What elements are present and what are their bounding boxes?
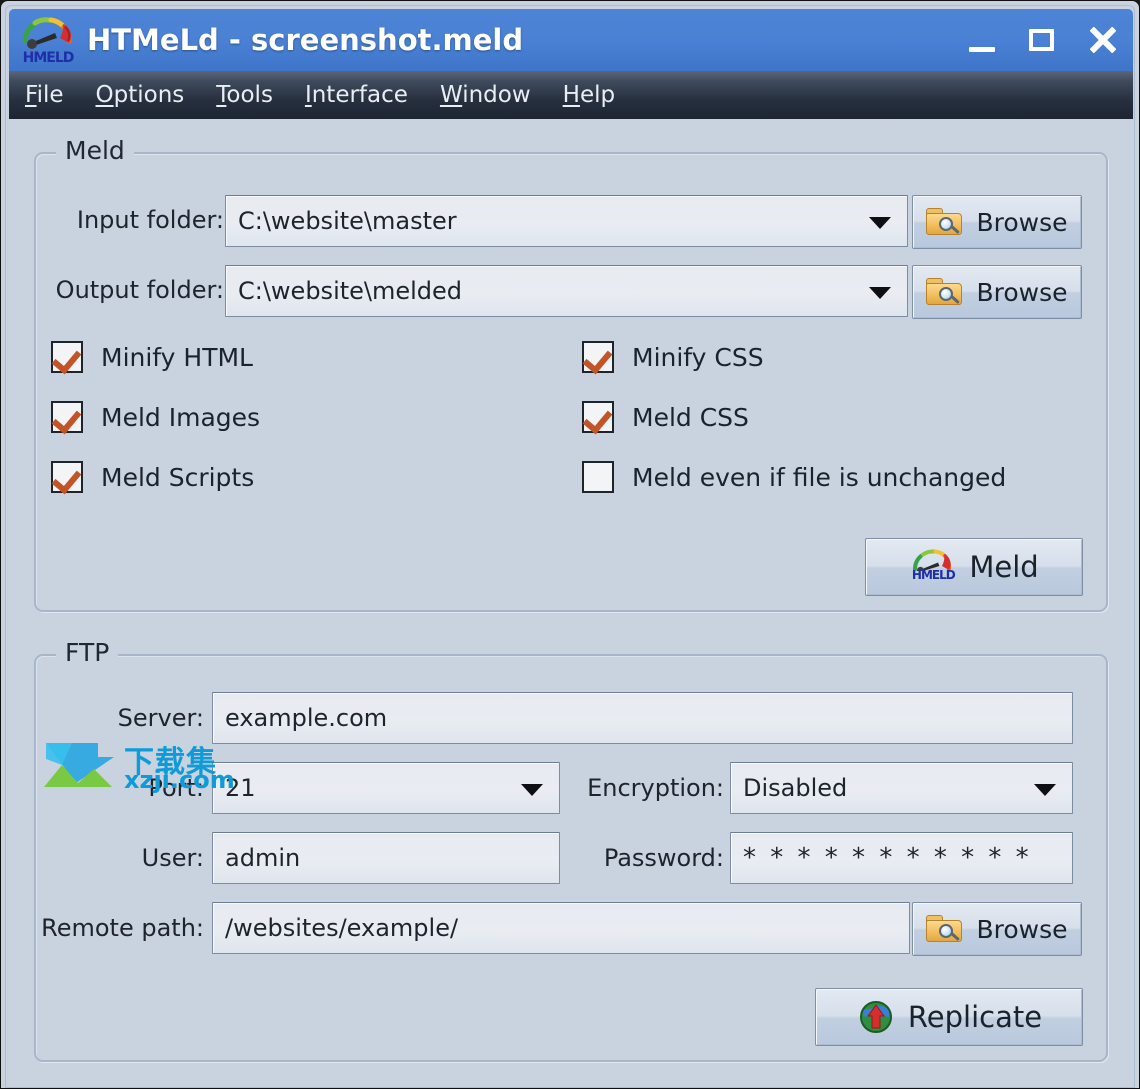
chevron-down-icon — [521, 784, 543, 796]
checkbox-label: Meld even if file is unchanged — [632, 462, 1007, 492]
output-folder-browse-button[interactable]: Browse — [912, 265, 1082, 319]
port-value: 21 — [225, 774, 256, 802]
checkbox-box — [51, 341, 83, 373]
input-folder-browse-button[interactable]: Browse — [912, 195, 1082, 249]
server-input[interactable]: example.com — [212, 692, 1073, 744]
checkbox-box — [582, 401, 614, 433]
menu-bar: File Options Tools Interface Window Help — [9, 71, 1133, 119]
output-folder-label: Output folder: — [55, 276, 224, 304]
client-area: Meld Input folder: C:\website\master Bro… — [9, 119, 1133, 1082]
remote-path-value: /websites/example/ — [225, 914, 459, 942]
menu-item-options[interactable]: Options — [96, 82, 185, 108]
server-label: Server: — [117, 704, 204, 732]
folder-search-icon — [926, 207, 964, 237]
replicate-button[interactable]: Replicate — [815, 988, 1083, 1046]
meld-button-label: Meld — [969, 550, 1039, 584]
svg-text:HMELD: HMELD — [23, 50, 74, 65]
checkbox-label: Meld Images — [101, 402, 261, 432]
checkbox-label: Minify HTML — [101, 342, 253, 372]
meld-group-legend: Meld — [56, 136, 134, 165]
meld-action-button[interactable]: HMELD Meld — [865, 538, 1083, 596]
minimize-icon[interactable] — [965, 23, 999, 57]
folder-search-icon — [926, 914, 964, 944]
server-value: example.com — [225, 704, 388, 732]
replicate-button-label: Replicate — [907, 1000, 1043, 1034]
menu-item-tools[interactable]: Tools — [216, 82, 273, 108]
meld-gauge-icon: HMELD — [19, 15, 77, 66]
remote-path-label: Remote path: — [41, 914, 204, 942]
remote-path-browse-button[interactable]: Browse — [912, 902, 1082, 956]
remote-browse-label: Browse — [976, 914, 1068, 944]
user-input[interactable]: admin — [212, 832, 560, 884]
port-combo[interactable]: 21 — [212, 762, 560, 814]
checkbox-minify-css[interactable]: Minify CSS — [582, 341, 764, 373]
input-folder-value: C:\website\master — [238, 207, 457, 235]
checkbox-box — [582, 461, 614, 493]
checkbox-minify-html[interactable]: Minify HTML — [51, 341, 253, 373]
encryption-combo[interactable]: Disabled — [730, 762, 1073, 814]
encryption-label: Encryption: — [587, 774, 724, 802]
chevron-down-icon — [1034, 784, 1056, 796]
password-input[interactable]: * * * * * * * * * * * — [730, 832, 1073, 884]
window-controls — [965, 9, 1119, 71]
output-browse-label: Browse — [976, 277, 1068, 307]
globe-upload-icon — [856, 997, 896, 1037]
menu-item-window[interactable]: Window — [440, 82, 531, 108]
user-label: User: — [141, 844, 204, 872]
input-folder-label: Input folder: — [76, 206, 224, 234]
maximize-icon[interactable] — [1025, 23, 1059, 57]
checkbox-meld-scripts[interactable]: Meld Scripts — [51, 461, 254, 493]
application-window: HMELD HTMeLd - screenshot.meld File Opti… — [0, 0, 1140, 1089]
checkbox-box — [51, 461, 83, 493]
encryption-value: Disabled — [743, 774, 848, 802]
user-value: admin — [225, 844, 301, 872]
checkbox-box — [51, 401, 83, 433]
checkbox-label: Meld CSS — [632, 402, 749, 432]
menu-item-file[interactable]: File — [25, 82, 64, 108]
folder-search-icon — [926, 277, 964, 307]
checkbox-meld-css[interactable]: Meld CSS — [582, 401, 749, 433]
input-browse-label: Browse — [976, 207, 1068, 237]
output-folder-combo[interactable]: C:\website\melded — [225, 265, 908, 317]
port-label: Port: — [148, 774, 204, 802]
checkbox-label: Minify CSS — [632, 342, 764, 372]
ftp-group-legend: FTP — [56, 638, 119, 667]
title-bar[interactable]: HMELD HTMeLd - screenshot.meld — [9, 9, 1133, 71]
window-title: HTMeLd - screenshot.meld — [87, 23, 524, 57]
checkbox-box — [582, 341, 614, 373]
chevron-down-icon — [869, 217, 891, 229]
checkbox-meld-images[interactable]: Meld Images — [51, 401, 260, 433]
checkbox-meld-even-if-unchanged[interactable]: Meld even if file is unchanged — [582, 461, 1006, 493]
close-icon[interactable] — [1085, 23, 1119, 57]
chevron-down-icon — [869, 287, 891, 299]
password-label: Password: — [603, 844, 724, 872]
meld-gauge-icon: HMELD — [909, 549, 957, 585]
menu-item-interface[interactable]: Interface — [305, 82, 408, 108]
password-value: * * * * * * * * * * * — [743, 843, 1032, 873]
remote-path-input[interactable]: /websites/example/ — [212, 902, 910, 954]
menu-item-help[interactable]: Help — [563, 82, 615, 108]
output-folder-value: C:\website\melded — [238, 277, 463, 305]
checkbox-label: Meld Scripts — [101, 462, 255, 492]
input-folder-combo[interactable]: C:\website\master — [225, 195, 908, 247]
